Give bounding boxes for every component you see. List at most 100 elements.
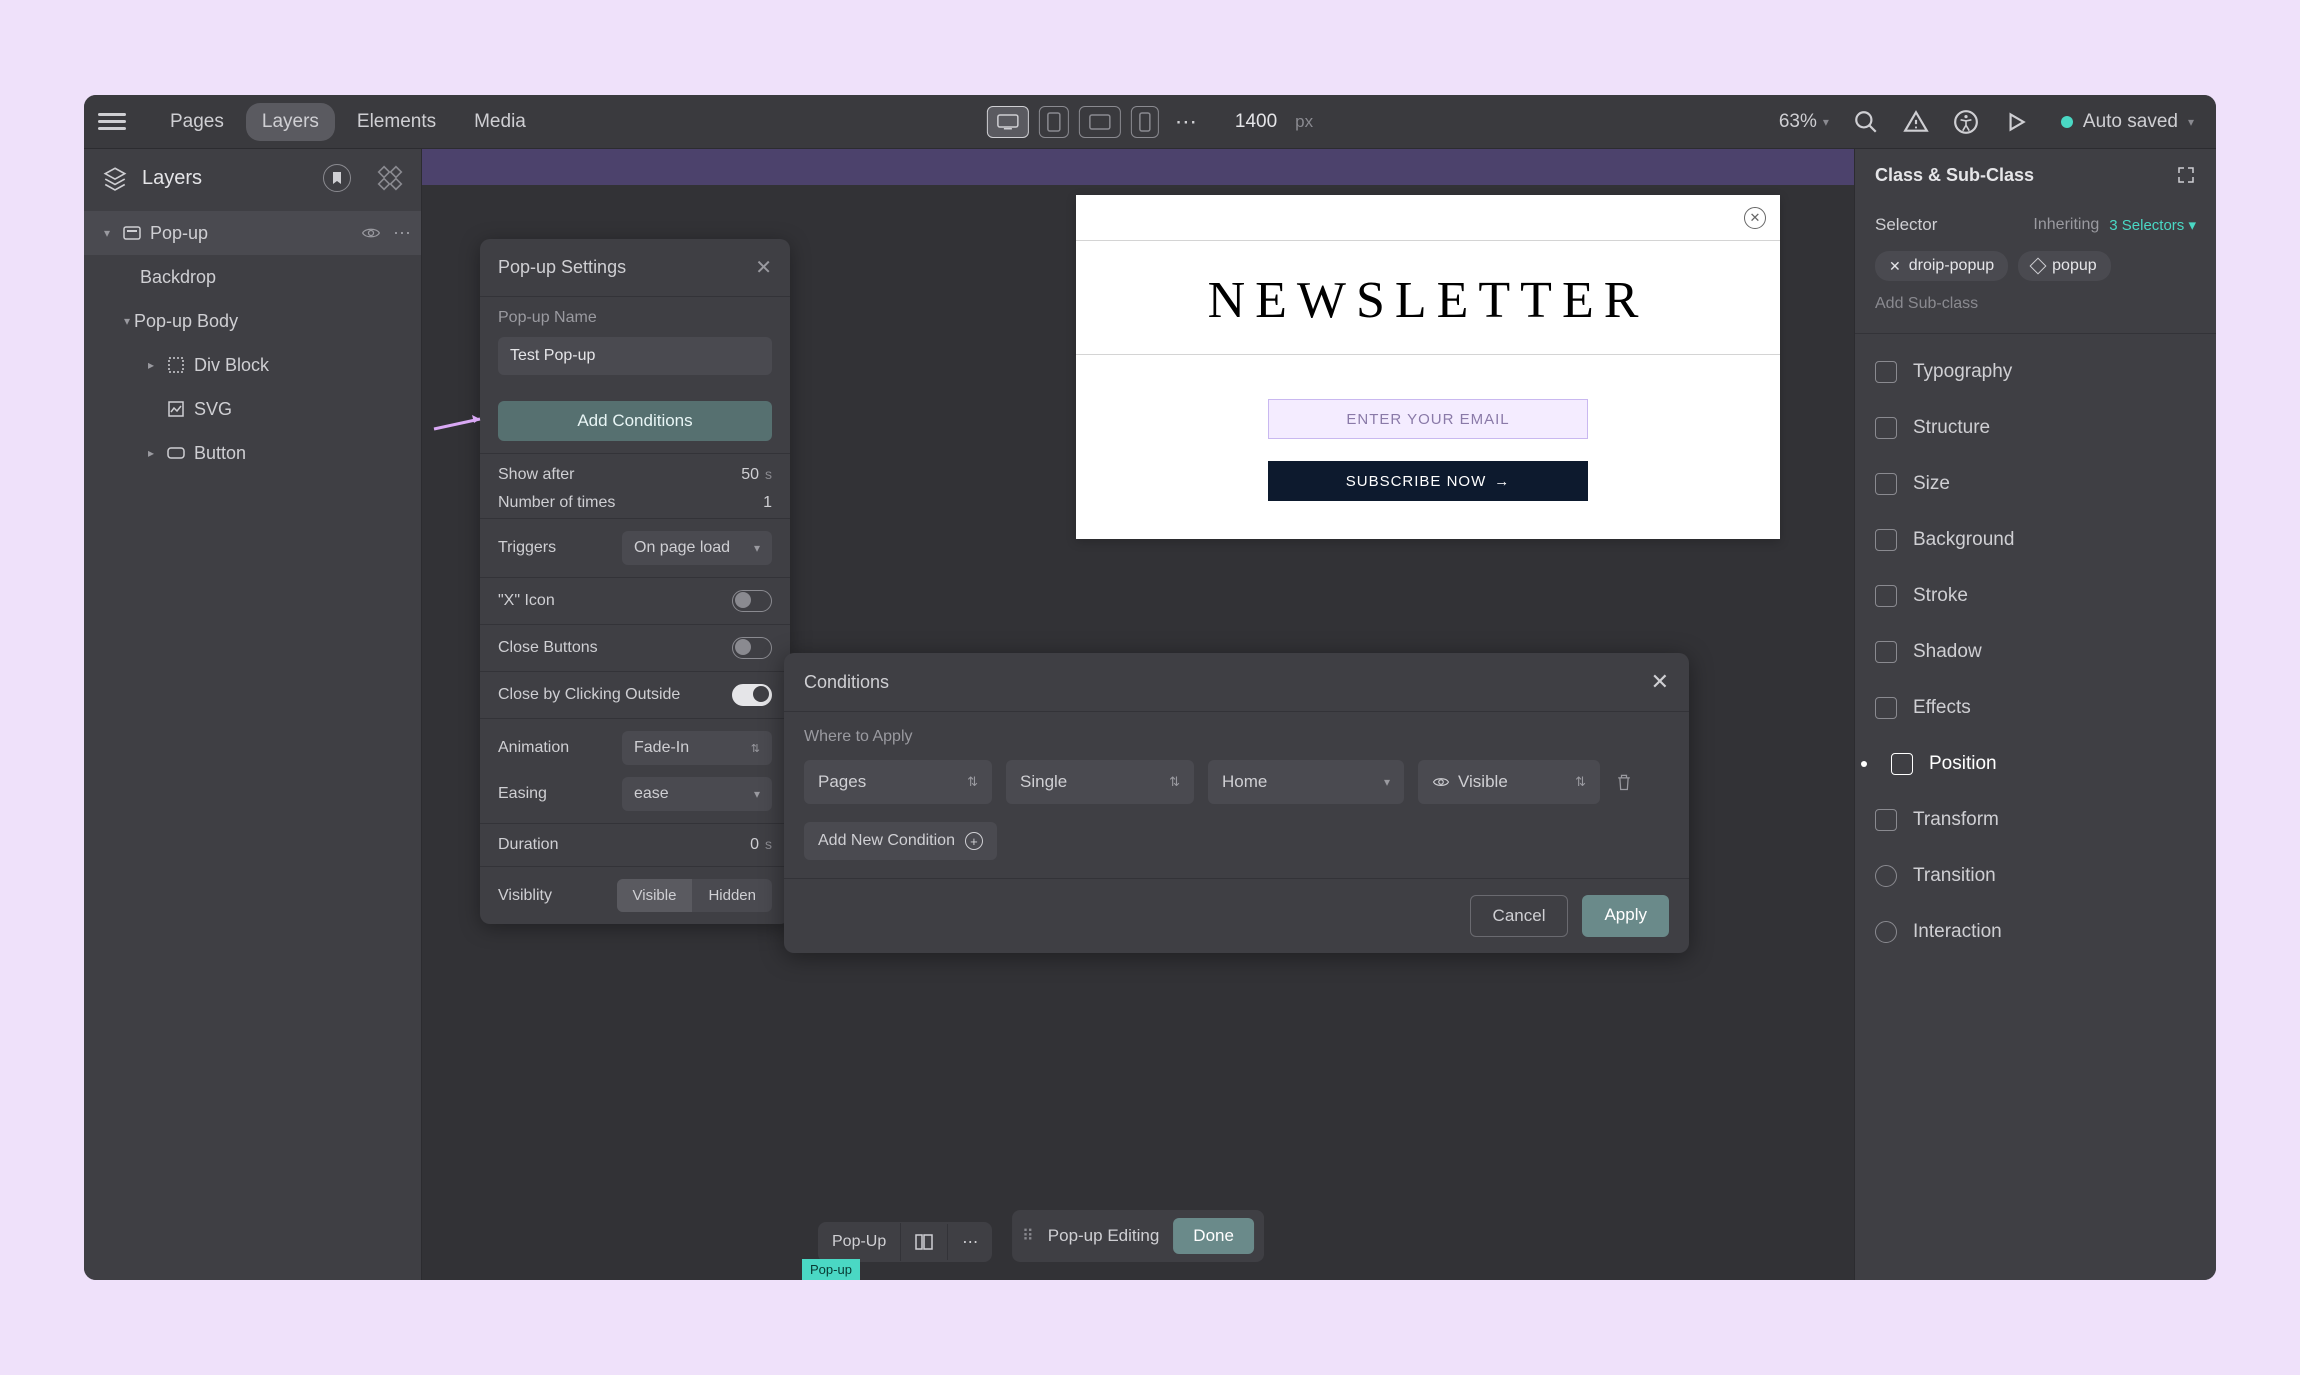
layers-icon <box>102 165 128 191</box>
bookmark-icon[interactable] <box>323 164 351 192</box>
chevron-down-icon: ▾ <box>2188 115 2194 129</box>
prop-shadow[interactable]: Shadow <box>1855 624 2216 680</box>
effects-icon <box>1875 697 1897 719</box>
drag-handle-icon[interactable]: ⠿ <box>1022 1226 1034 1246</box>
num-times-value[interactable]: 1 <box>763 494 772 512</box>
show-after-unit: s <box>765 466 772 482</box>
device-desktop-icon[interactable] <box>987 106 1029 138</box>
device-switcher: ⋯ 1400 px <box>987 106 1313 138</box>
condition-type-select[interactable]: Pages⇅ <box>804 760 992 804</box>
top-tabs: Pages Layers Elements Media <box>154 103 542 141</box>
chevron-right-icon: ▸ <box>144 358 158 372</box>
condition-visibility-select[interactable]: Visible ⇅ <box>1418 760 1600 804</box>
layers-panel: Layers ▾ Pop-up ⋯ Backdrop ▾ Pop-up Body <box>84 149 422 1280</box>
save-status-label: Auto saved <box>2083 111 2178 133</box>
condition-scope-select[interactable]: Single⇅ <box>1006 760 1194 804</box>
duration-value[interactable]: 0 <box>750 836 759 854</box>
prop-typography[interactable]: Typography <box>1855 344 2216 400</box>
components-icon[interactable] <box>377 165 403 191</box>
breadcrumb-bar: Pop-Up ⋯ <box>818 1222 992 1262</box>
device-mobile-icon[interactable] <box>1131 106 1159 138</box>
duration-unit: s <box>765 836 772 852</box>
prop-size[interactable]: Size <box>1855 456 2216 512</box>
show-after-label: Show after <box>498 466 574 484</box>
breadcrumb-popup[interactable]: Pop-Up <box>818 1223 901 1261</box>
breadcrumb-more-icon[interactable]: ⋯ <box>948 1222 992 1262</box>
animation-select[interactable]: Fade-In⇅ <box>622 731 772 765</box>
tab-layers[interactable]: Layers <box>246 103 335 141</box>
visibility-icon[interactable] <box>361 223 381 243</box>
close-outside-toggle[interactable] <box>732 684 772 706</box>
easing-select[interactable]: ease▾ <box>622 777 772 811</box>
search-icon[interactable] <box>1853 109 1879 135</box>
warning-icon[interactable] <box>1903 109 1929 135</box>
visibility-visible-option[interactable]: Visible <box>617 879 693 912</box>
add-subclass-input[interactable]: Add Sub-class <box>1875 295 2196 313</box>
prop-position[interactable]: Position <box>1855 736 2216 792</box>
prop-structure[interactable]: Structure <box>1855 400 2216 456</box>
layer-row-div[interactable]: ▸ Div Block <box>84 343 421 387</box>
device-tablet-landscape-icon[interactable] <box>1079 106 1121 138</box>
popup-name-input[interactable]: Test Pop-up <box>498 337 772 375</box>
play-icon[interactable] <box>2003 109 2029 135</box>
subscribe-button[interactable]: SUBSCRIBE NOW → <box>1268 461 1588 501</box>
add-conditions-button[interactable]: Add Conditions <box>498 401 772 441</box>
stroke-icon <box>1875 585 1897 607</box>
email-input[interactable]: ENTER YOUR EMAIL <box>1268 399 1588 439</box>
zoom-control[interactable]: 63% ▾ <box>1779 111 1829 133</box>
save-status[interactable]: Auto saved ▾ <box>2053 107 2202 137</box>
tab-media[interactable]: Media <box>458 103 542 141</box>
prop-effects[interactable]: Effects <box>1855 680 2216 736</box>
topbar: Pages Layers Elements Media ⋯ 1400 px 63… <box>84 95 2216 149</box>
prop-interaction[interactable]: Interaction <box>1855 904 2216 960</box>
condition-page-select[interactable]: Home▾ <box>1208 760 1404 804</box>
breadcrumb-layout-icon[interactable] <box>901 1224 948 1260</box>
layer-row-popup[interactable]: ▾ Pop-up ⋯ <box>84 211 421 255</box>
prop-background[interactable]: Background <box>1855 512 2216 568</box>
done-button[interactable]: Done <box>1173 1218 1254 1254</box>
class-chip-popup[interactable]: popup <box>2018 251 2111 281</box>
accessibility-icon[interactable] <box>1953 109 1979 135</box>
background-icon <box>1875 529 1897 551</box>
editing-label: Pop-up Editing <box>1048 1226 1160 1246</box>
layer-row-popup-body[interactable]: ▾ Pop-up Body <box>84 299 421 343</box>
delete-icon[interactable] <box>1614 772 1634 792</box>
triggers-select[interactable]: On page load▾ <box>622 531 772 565</box>
expand-icon[interactable] <box>2176 165 2196 185</box>
cancel-button[interactable]: Cancel <box>1470 895 1569 937</box>
arrow-annotation-icon <box>432 413 492 433</box>
more-icon[interactable]: ⋯ <box>393 223 411 244</box>
close-icon[interactable]: ✕ <box>1651 669 1669 695</box>
menu-icon[interactable] <box>98 113 126 130</box>
duration-label: Duration <box>498 836 558 854</box>
layer-row-button[interactable]: ▸ Button <box>84 431 421 475</box>
device-more-icon[interactable]: ⋯ <box>1169 109 1203 135</box>
close-buttons-label: Close Buttons <box>498 639 598 657</box>
layer-row-backdrop[interactable]: Backdrop <box>84 255 421 299</box>
tab-elements[interactable]: Elements <box>341 103 452 141</box>
app-window: Pages Layers Elements Media ⋯ 1400 px 63… <box>84 95 2216 1280</box>
prop-stroke[interactable]: Stroke <box>1855 568 2216 624</box>
size-icon <box>1875 473 1897 495</box>
device-tablet-portrait-icon[interactable] <box>1039 106 1069 138</box>
x-icon-toggle[interactable] <box>732 590 772 612</box>
zoom-value: 63% <box>1779 111 1817 133</box>
layers-title: Layers <box>142 167 202 190</box>
class-chip-droip-popup[interactable]: ✕ droip-popup <box>1875 251 2008 281</box>
prop-transition[interactable]: Transition <box>1855 848 2216 904</box>
apply-button[interactable]: Apply <box>1582 895 1669 937</box>
chevron-down-icon: ▾ <box>754 787 760 801</box>
close-icon[interactable]: ✕ <box>755 255 772 280</box>
tab-pages[interactable]: Pages <box>154 103 240 141</box>
canvas-width[interactable]: 1400 <box>1235 111 1277 133</box>
close-buttons-toggle[interactable] <box>732 637 772 659</box>
layer-row-svg[interactable]: SVG <box>84 387 421 431</box>
show-after-value[interactable]: 50 <box>741 466 759 484</box>
close-icon[interactable]: ✕ <box>1744 207 1766 229</box>
selector-count[interactable]: 3 Selectors ▾ <box>2109 216 2196 234</box>
chevron-down-icon: ▾ <box>754 541 760 555</box>
selector-box: Selector Inheriting 3 Selectors ▾ ✕ droi… <box>1855 201 2216 334</box>
add-new-condition-button[interactable]: Add New Condition + <box>804 822 997 860</box>
visibility-hidden-option[interactable]: Hidden <box>692 879 772 912</box>
prop-transform[interactable]: Transform <box>1855 792 2216 848</box>
